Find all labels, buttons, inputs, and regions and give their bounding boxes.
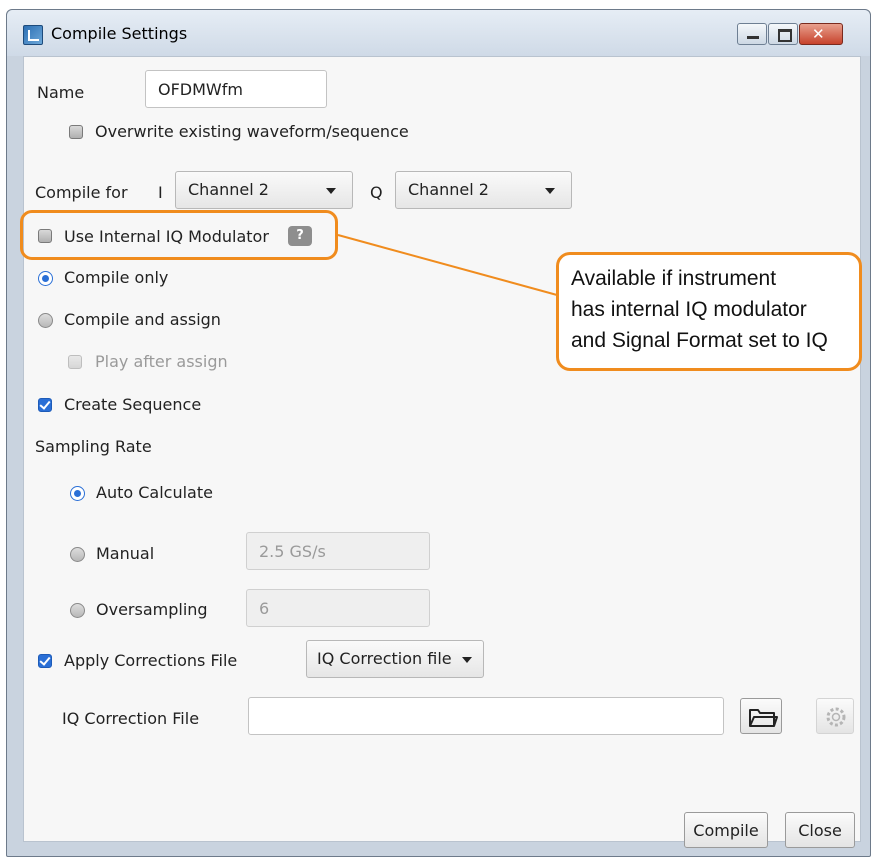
auto-calculate-radio[interactable] bbox=[70, 486, 85, 501]
iq-correction-file-label: IQ Correction File bbox=[62, 709, 200, 728]
play-after-assign-label: Play after assign bbox=[95, 352, 228, 371]
compile-assign-label: Compile and assign bbox=[64, 310, 221, 329]
close-button[interactable]: Close bbox=[785, 812, 855, 848]
browse-button[interactable] bbox=[740, 698, 782, 734]
callout-line-2: has internal IQ modulator bbox=[571, 298, 807, 321]
apply-corrections-label: Apply Corrections File bbox=[64, 651, 238, 670]
create-sequence-label: Create Sequence bbox=[64, 395, 202, 414]
iq-correction-file-input[interactable] bbox=[248, 697, 724, 735]
oversampling-input[interactable]: 6 bbox=[246, 589, 430, 627]
callout-box: Available if instrument has internal IQ … bbox=[556, 252, 862, 371]
compile-button[interactable]: Compile bbox=[684, 812, 768, 848]
correction-type-value: IQ Correction file bbox=[317, 649, 452, 668]
manual-rate-input[interactable]: 2.5 GS/s bbox=[246, 532, 430, 570]
compile-only-label: Compile only bbox=[64, 268, 169, 287]
callout-line-1: Available if instrument bbox=[571, 267, 777, 290]
correction-type-select[interactable]: IQ Correction file bbox=[306, 640, 484, 678]
manual-label: Manual bbox=[96, 544, 155, 563]
apply-corrections-checkbox[interactable] bbox=[38, 654, 52, 668]
create-sequence-checkbox[interactable] bbox=[38, 398, 52, 412]
compile-only-radio[interactable] bbox=[38, 271, 53, 286]
gear-icon bbox=[826, 707, 846, 727]
auto-calculate-label: Auto Calculate bbox=[96, 483, 213, 502]
oversampling-radio[interactable] bbox=[70, 603, 85, 618]
sampling-rate-heading: Sampling Rate bbox=[35, 437, 152, 456]
folder-icon bbox=[749, 709, 778, 727]
chevron-down-icon bbox=[462, 657, 472, 663]
compile-assign-radio[interactable] bbox=[38, 313, 53, 328]
manual-radio[interactable] bbox=[70, 547, 85, 562]
oversampling-label: Oversampling bbox=[96, 600, 208, 619]
settings-button[interactable] bbox=[816, 698, 854, 734]
play-after-assign-checkbox[interactable] bbox=[68, 355, 82, 369]
callout-line-3: and Signal Format set to IQ bbox=[571, 329, 828, 352]
